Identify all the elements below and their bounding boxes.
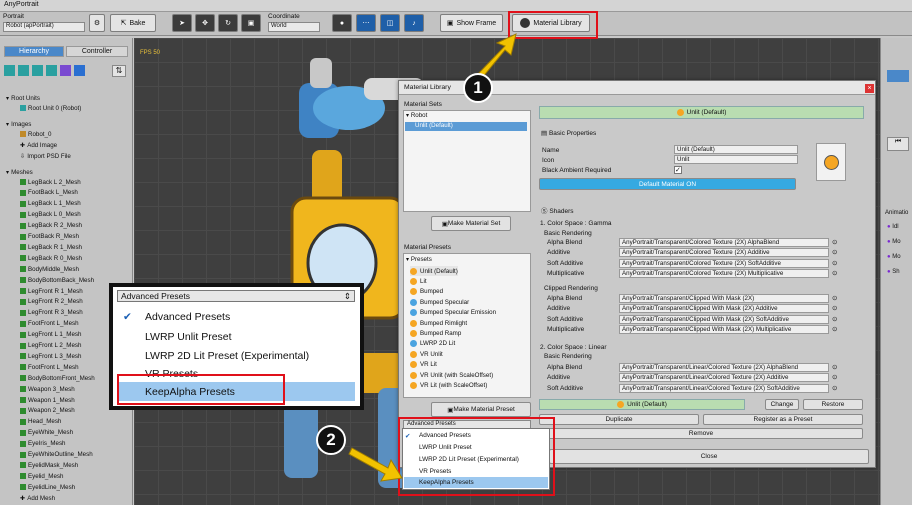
arrow-one [477,33,517,79]
callout-arrows [348,33,517,482]
callout-number-1: 1 [463,73,493,103]
arrow-two [348,447,403,482]
callout-number-2: 2 [316,425,346,455]
